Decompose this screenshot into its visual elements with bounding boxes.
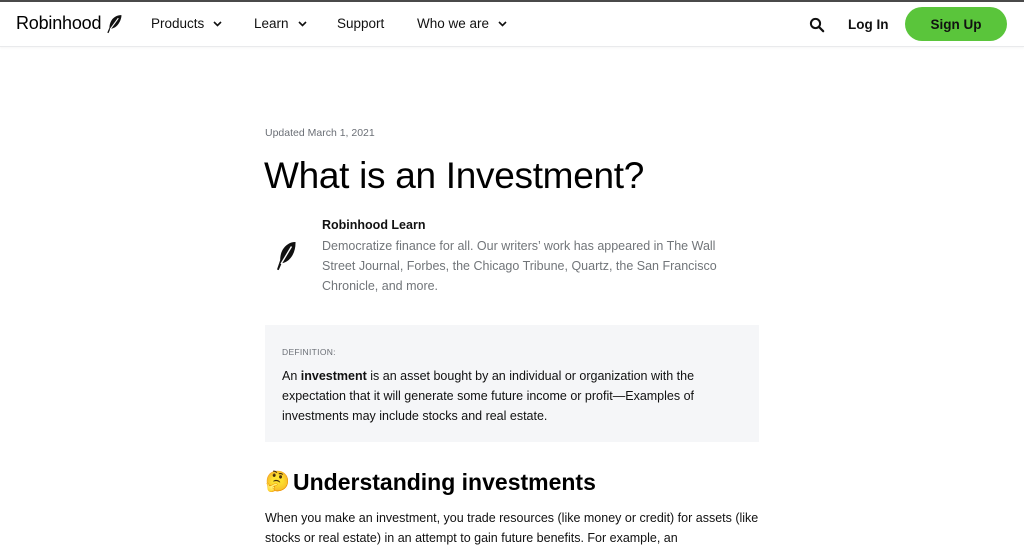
thinking-face-icon: 🤔 bbox=[265, 470, 290, 493]
definition-box: DEFINITION: An investment is an asset bo… bbox=[265, 325, 759, 442]
page-title: What is an Investment? bbox=[264, 155, 645, 196]
search-icon[interactable] bbox=[809, 17, 825, 33]
signup-button[interactable]: Sign Up bbox=[905, 7, 1007, 41]
definition-text: An investment is an asset bought by an i… bbox=[282, 366, 742, 426]
feather-icon bbox=[107, 14, 122, 33]
author-bio: Democratize finance for all. Our writers… bbox=[322, 239, 717, 293]
chevron-down-icon bbox=[213, 20, 222, 27]
nav-products[interactable]: Products bbox=[151, 16, 222, 31]
nav-support-label: Support bbox=[337, 16, 385, 31]
brand-logo[interactable]: Robinhood bbox=[16, 13, 123, 34]
feather-icon bbox=[277, 241, 296, 271]
brand-name: Robinhood bbox=[16, 13, 102, 33]
definition-prefix: An bbox=[282, 369, 301, 383]
login-link[interactable]: Log In bbox=[848, 17, 889, 32]
section-heading: 🤔 Understanding investments bbox=[265, 469, 596, 496]
chevron-down-icon bbox=[498, 20, 507, 27]
nav-support[interactable]: Support bbox=[337, 16, 384, 31]
author-name[interactable]: Robinhood Learn bbox=[322, 218, 425, 232]
author-block: Robinhood Learn Democratize finance for … bbox=[265, 216, 759, 296]
nav-learn-label: Learn bbox=[254, 16, 289, 31]
section-body: When you make an investment, you trade r… bbox=[265, 511, 759, 545]
nav-who-we-are-label: Who we are bbox=[417, 16, 490, 31]
section-heading-text: Understanding investments bbox=[293, 469, 596, 495]
definition-label: DEFINITION: bbox=[282, 347, 336, 357]
site-header: Robinhood Products Learn Support Who we … bbox=[0, 2, 1024, 47]
definition-term: investment bbox=[300, 369, 367, 383]
chevron-down-icon bbox=[297, 20, 307, 27]
updated-date: Updated March 1, 2021 bbox=[265, 127, 375, 139]
nav-learn[interactable]: Learn bbox=[254, 16, 307, 31]
nav-who-we-are[interactable]: Who we are bbox=[417, 16, 507, 31]
nav-products-label: Products bbox=[151, 16, 205, 31]
